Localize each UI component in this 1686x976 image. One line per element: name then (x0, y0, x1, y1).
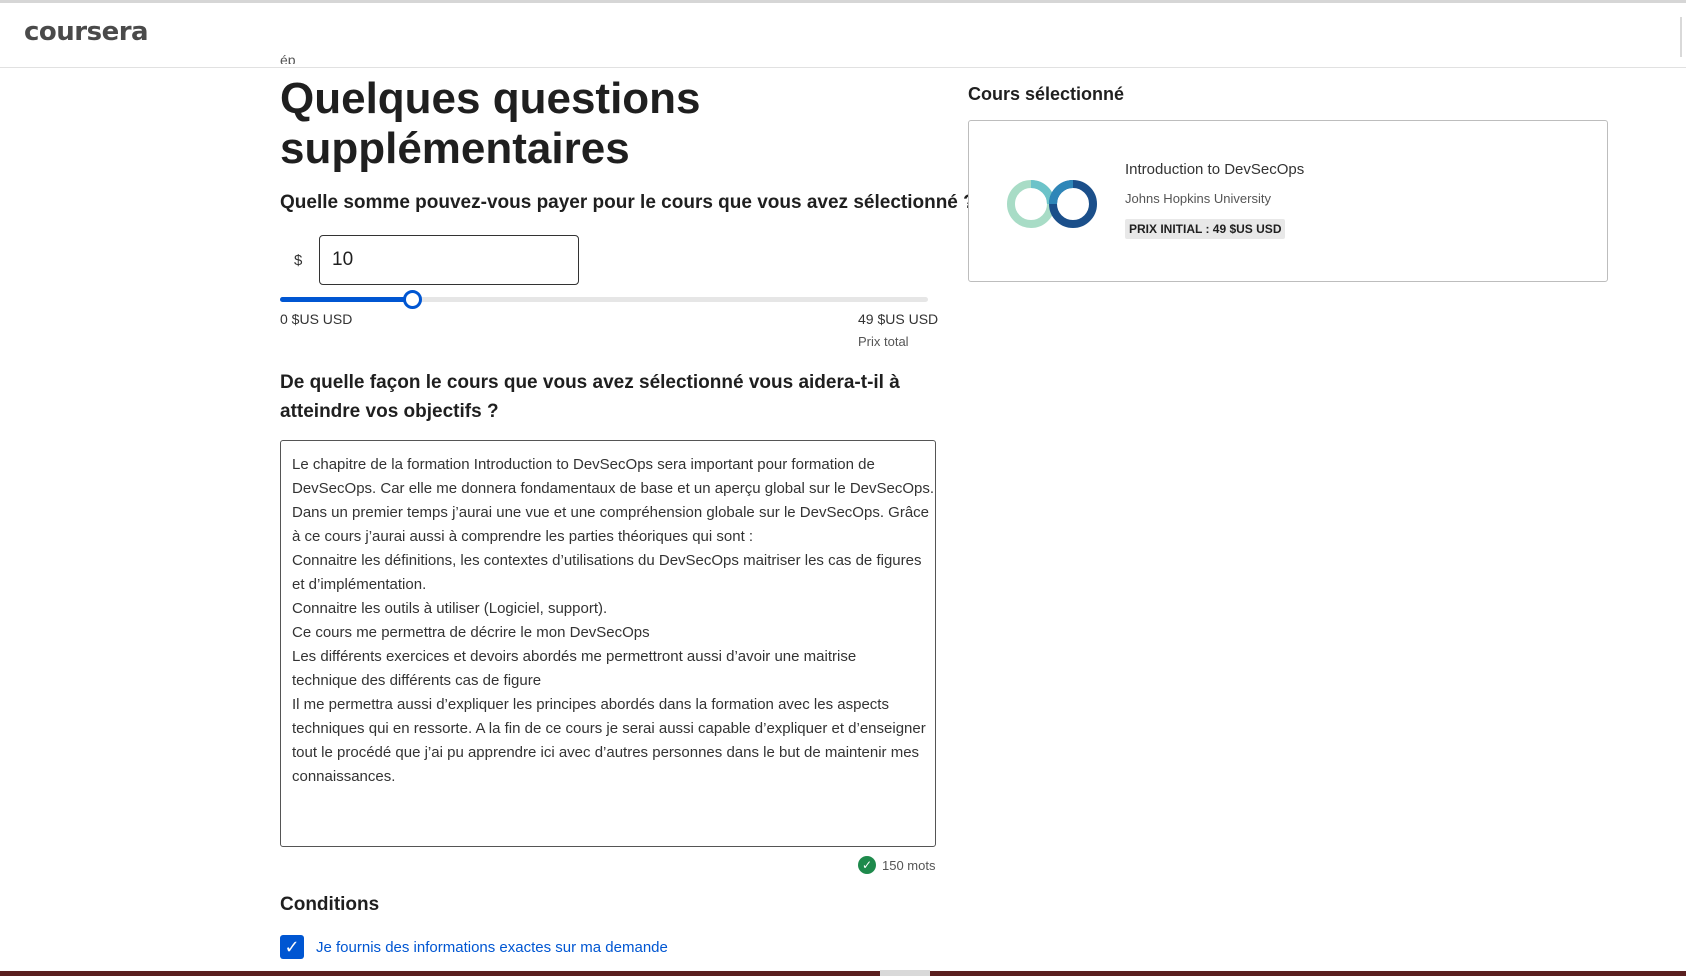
site-header: coursera (0, 3, 1686, 68)
goals-text-line: Il me permettra aussi d’expliquer les pr… (292, 696, 889, 713)
price-badge: PRIX INITIAL : 49 $US USD (1125, 219, 1286, 239)
goals-text-line: Connaitre les outils à utiliser (Logicie… (292, 600, 608, 617)
goals-text-line: DevSecOps. Car elle me donnera fondament… (292, 480, 935, 497)
amount-slider[interactable] (280, 290, 928, 309)
goals-textarea[interactable]: Le chapitre de la formation Introduction… (280, 440, 936, 847)
conditions-title: Conditions (280, 894, 380, 915)
check-icon: ✓ (858, 856, 876, 874)
selected-course-card: Introduction to DevSecOps Johns Hopkins … (968, 120, 1608, 282)
goals-text-line: et d’implémentation. (292, 576, 427, 593)
total-price-label: Prix total (858, 334, 909, 349)
slider-thumb[interactable] (403, 290, 423, 309)
course-university: Johns Hopkins University (1125, 191, 1271, 206)
goals-text-line: technique des différents cas de figure (292, 672, 542, 689)
goals-text-line: techniques qui en ressorte. A la fin de … (292, 720, 926, 737)
goals-text-line: Les différents exercices et devoirs abor… (292, 648, 857, 665)
bottom-tab (880, 970, 930, 976)
amount-question: Quelle somme pouvez-vous payer pour le c… (280, 192, 975, 213)
goals-text-line: Ce cours me permettra de décrire le mon … (292, 624, 650, 641)
conditions-checkbox[interactable]: ✓ (280, 935, 304, 959)
amount-input[interactable] (319, 235, 579, 285)
slider-max-label: 49 $US USD (858, 311, 939, 327)
goals-text-line: tout le procédé que j’ai pu apprendre ic… (292, 744, 920, 761)
goals-text-line: Le chapitre de la formation Introduction… (292, 456, 875, 473)
header-divider (1680, 17, 1682, 57)
slider-min-label: 0 $US USD (280, 311, 353, 327)
bottom-bar (0, 971, 1686, 976)
coursera-logo[interactable]: coursera (24, 17, 149, 47)
word-count-label: 150 mots (882, 857, 936, 873)
currency-symbol: $ (294, 252, 303, 269)
conditions-checkbox-label[interactable]: Je fournis des informations exactes sur … (316, 939, 668, 956)
goals-text-line: Connaitre les définitions, les contextes… (292, 552, 922, 569)
goals-question: De quelle façon le cours que vous avez s… (280, 372, 900, 422)
course-name: Introduction to DevSecOps (1125, 161, 1305, 178)
selected-course-title: Cours sélectionné (968, 84, 1125, 104)
word-count: ✓ 150 mots (858, 856, 935, 874)
page-title: Quelques questions supplémentaires (280, 74, 701, 173)
conditions-row[interactable]: ✓ Je fournis des informations exactes su… (280, 935, 668, 959)
slider-fill (280, 297, 413, 302)
goals-text-line: à ce cours j’aurai aussi à comprendre le… (292, 528, 754, 545)
goals-text-line: Dans un premier temps j’aurai une vue et… (292, 504, 930, 521)
devsecops-rings-icon (1007, 180, 1097, 228)
goals-text-line: connaissances. (292, 768, 396, 785)
scrolled-step-label: ép (280, 52, 296, 64)
